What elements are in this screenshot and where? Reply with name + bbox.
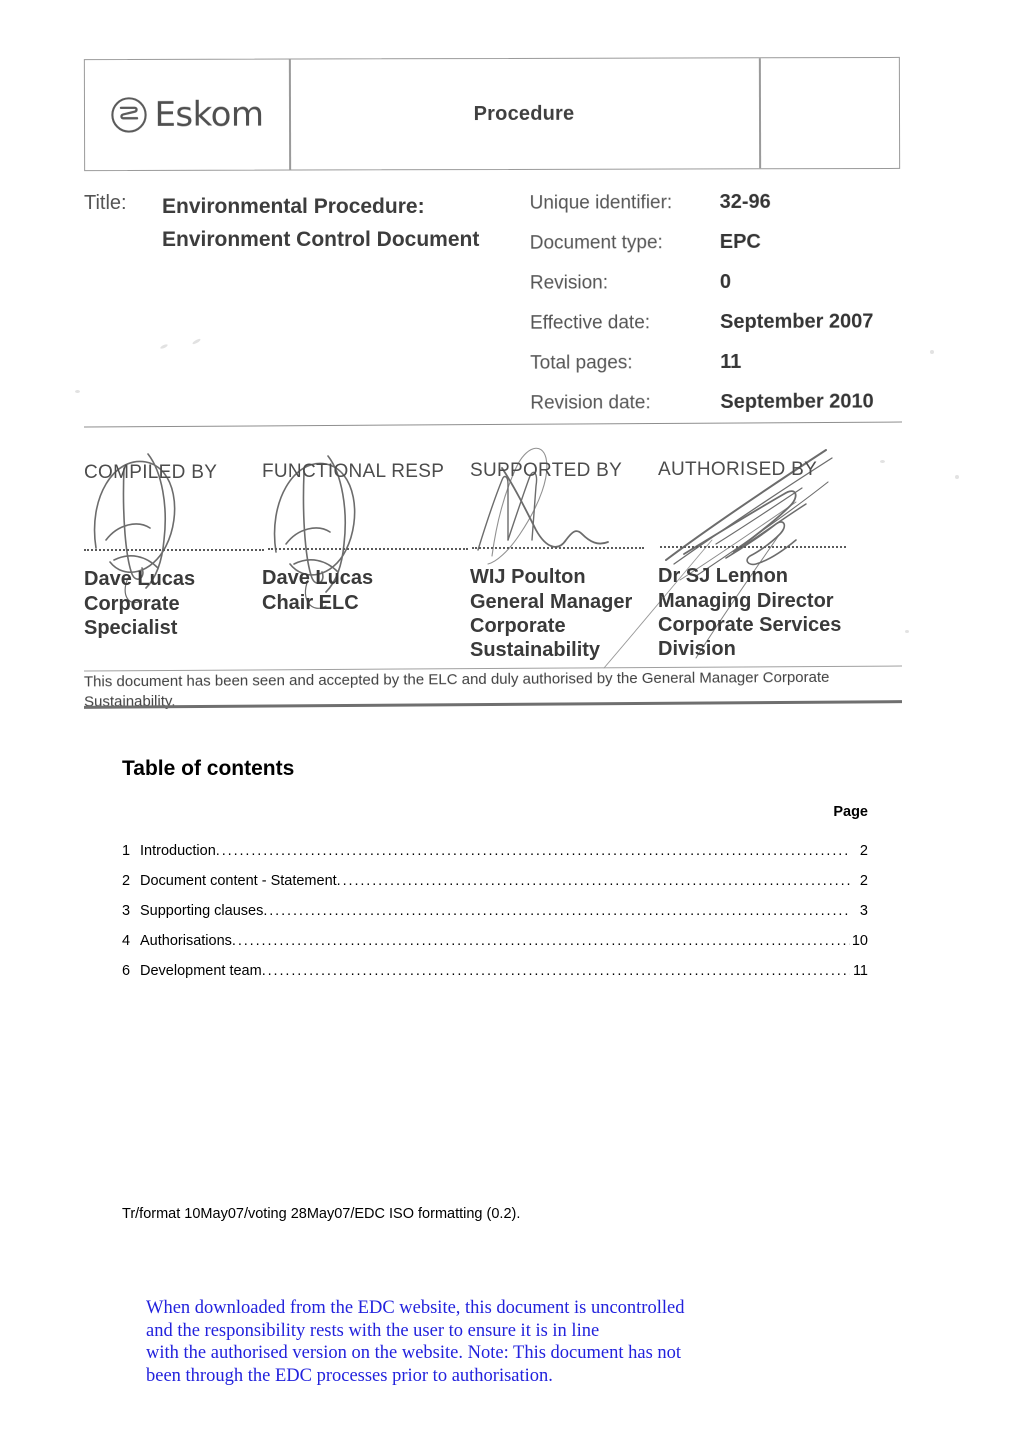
toc-dot-leader: ........................................… xyxy=(336,873,850,889)
signature-column-functional-resp: FUNCTIONAL RESP xyxy=(262,461,444,483)
toc-entry-page: 11 xyxy=(852,963,868,979)
format-revision-note: Tr/format 10May07/voting 28May07/EDC ISO… xyxy=(122,1206,521,1222)
signature-name-compiled-by: Dave Lucas xyxy=(84,568,196,590)
toc-entry-page: 3 xyxy=(859,903,868,919)
toc-page-column-header: Page xyxy=(833,804,868,820)
signature-line-functional-resp xyxy=(268,548,468,552)
toc-entry-number: 3 xyxy=(122,903,131,919)
signature-block: COMPILED BY Dave Lucas Corporate Special… xyxy=(0,0,1020,730)
signature-name-functional-resp: Dave Lucas xyxy=(262,567,374,589)
table-of-contents-list: 1 Introduction .........................… xyxy=(122,843,868,993)
toc-entry-page: 2 xyxy=(859,873,868,889)
signature-name-supported-by: WIJ Poulton xyxy=(470,566,586,588)
document-page: Eskom Procedure Title: Environmental Pro… xyxy=(0,0,1020,1443)
signature-role-supported-by: General Manager Corporate Sustainability xyxy=(470,591,633,661)
signature-column-authorised-by: AUTHORISED BY xyxy=(658,459,817,481)
signature-line-authorised-by xyxy=(660,546,846,550)
toc-entry-document-content-statement[interactable]: 2 Document content - Statement .........… xyxy=(122,873,868,903)
signature-heading: COMPILED BY xyxy=(84,462,218,483)
toc-entry-page: 2 xyxy=(859,843,868,859)
signature-role-compiled-by: Corporate Specialist xyxy=(84,593,180,639)
toc-dot-leader: ........................................… xyxy=(261,963,850,979)
signature-heading: SUPPORTED BY xyxy=(470,460,623,481)
disclaimer-line-2: and the responsibility rests with the us… xyxy=(146,1320,600,1341)
signature-heading: AUTHORISED BY xyxy=(658,459,818,480)
signature-name-authorised-by: Dr SJ Lennon xyxy=(658,565,789,587)
toc-dot-leader: ........................................… xyxy=(231,933,850,949)
toc-entry-number: 2 xyxy=(122,873,131,889)
disclaimer-line-4: been through the EDC processes prior to … xyxy=(146,1365,553,1386)
download-disclaimer: When downloaded from the EDC website, th… xyxy=(146,1297,724,1387)
toc-dot-leader: ........................................… xyxy=(215,843,850,859)
signature-column-compiled-by: COMPILED BY xyxy=(84,462,217,484)
table-of-contents-heading: Table of contents xyxy=(122,757,295,780)
toc-entry-supporting-clauses[interactable]: 3 Supporting clauses ...................… xyxy=(122,903,868,933)
toc-dot-leader: ........................................… xyxy=(263,903,850,919)
disclaimer-line-1: When downloaded from the EDC website, th… xyxy=(146,1298,685,1318)
scanned-header-region: Eskom Procedure Title: Environmental Pro… xyxy=(0,0,1020,730)
toc-entry-introduction[interactable]: 1 Introduction .........................… xyxy=(122,843,868,873)
toc-entry-label: Authorisations xyxy=(140,933,232,949)
signature-role-functional-resp: Chair ELC xyxy=(262,592,359,614)
signature-line-compiled-by xyxy=(84,549,264,553)
signature-role-authorised-by: Managing Director Corporate Services Div… xyxy=(658,590,842,660)
toc-entry-number: 1 xyxy=(122,843,131,859)
toc-entry-number: 6 xyxy=(122,963,131,979)
signature-heading: FUNCTIONAL RESP xyxy=(262,461,445,482)
signature-column-supported-by: SUPPORTED BY xyxy=(470,460,622,482)
toc-entry-label: Introduction xyxy=(140,843,216,859)
toc-entry-label: Development team xyxy=(140,963,262,979)
disclaimer-line-3: with the authorised version on the websi… xyxy=(146,1343,682,1363)
toc-entry-development-team[interactable]: 6 Development team .....................… xyxy=(122,963,868,993)
toc-entry-number: 4 xyxy=(122,933,131,949)
toc-entry-authorisations[interactable]: 4 Authorisations .......................… xyxy=(122,933,868,963)
toc-entry-label: Supporting clauses xyxy=(140,903,264,919)
toc-entry-label: Document content - Statement xyxy=(140,873,337,889)
signature-line-supported-by xyxy=(472,547,644,551)
toc-entry-page: 10 xyxy=(851,933,868,949)
